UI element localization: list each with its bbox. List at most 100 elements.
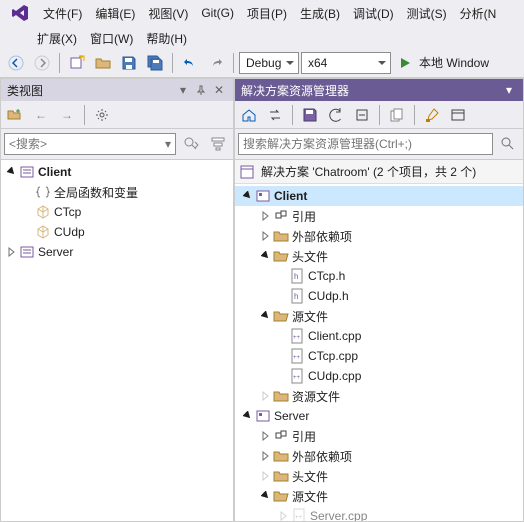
expander-icon[interactable] — [259, 489, 273, 503]
svg-text:++: ++ — [293, 355, 301, 361]
save-button[interactable] — [117, 51, 141, 75]
search-icon[interactable] — [496, 132, 520, 156]
forward-icon[interactable]: → — [55, 103, 79, 127]
refresh-icon[interactable] — [324, 103, 348, 127]
filter-icon[interactable] — [206, 132, 230, 156]
close-icon[interactable]: ✕ — [211, 82, 227, 98]
expander-icon[interactable] — [5, 245, 19, 259]
search-go-icon[interactable] — [179, 132, 203, 156]
new-folder-icon[interactable] — [3, 103, 27, 127]
expander-icon[interactable] — [241, 189, 255, 203]
expander-icon[interactable] — [259, 389, 273, 403]
menu-extensions[interactable]: 扩展(X) — [31, 28, 83, 49]
new-project-button[interactable] — [65, 51, 89, 75]
tree-node-client[interactable]: Client — [1, 162, 233, 182]
undo-button[interactable] — [178, 51, 202, 75]
svg-text:++: ++ — [293, 335, 301, 341]
cpp-file-icon: ++ — [289, 348, 305, 364]
pin-icon[interactable] — [193, 82, 209, 98]
menu-test[interactable]: 测试(S) — [401, 3, 453, 24]
menu-help[interactable]: 帮助(H) — [140, 28, 193, 49]
collapse-all-icon[interactable] — [350, 103, 374, 127]
menu-edit[interactable]: 编辑(E) — [89, 3, 141, 24]
nav-back-button[interactable] — [4, 51, 28, 75]
folder-icon — [273, 228, 289, 244]
menu-debug[interactable]: 调试(D) — [347, 3, 400, 24]
config-value: Debug — [246, 56, 281, 70]
tree-node-sources[interactable]: 源文件 — [235, 306, 523, 326]
save-all-button[interactable] — [143, 51, 167, 75]
tree-node-ctcp[interactable]: CTcp — [1, 202, 233, 222]
expander-icon[interactable] — [259, 429, 273, 443]
menu-analyze[interactable]: 分析(N — [454, 3, 503, 24]
save-icon[interactable] — [298, 103, 322, 127]
platform-combo[interactable]: x64 — [301, 52, 391, 74]
preview-icon[interactable] — [446, 103, 470, 127]
tree-node-external[interactable]: 外部依赖项 — [235, 226, 523, 246]
node-label: 全局函数和变量 — [54, 184, 138, 201]
home-icon[interactable] — [237, 103, 261, 127]
open-button[interactable] — [91, 51, 115, 75]
properties-icon[interactable] — [420, 103, 444, 127]
class-view-search-box[interactable]: ▾ — [4, 133, 176, 155]
chevron-down-icon[interactable]: ▾ — [165, 137, 171, 151]
menu-build[interactable]: 生成(B) — [294, 3, 346, 24]
expander-icon[interactable] — [259, 229, 273, 243]
menu-git[interactable]: Git(G) — [195, 4, 240, 22]
svg-text:h: h — [294, 272, 298, 281]
expander-icon[interactable] — [259, 309, 273, 323]
tree-node-ctcp-h[interactable]: h CTcp.h — [235, 266, 523, 286]
tree-node-client-proj[interactable]: Client — [235, 186, 523, 206]
class-view-tree[interactable]: Client 全局函数和变量 CTcp CUdp Server — [1, 160, 233, 521]
config-combo[interactable]: Debug — [239, 52, 299, 74]
expander-icon[interactable] — [277, 509, 291, 521]
settings-icon[interactable] — [90, 103, 114, 127]
menu-file[interactable]: 文件(F) — [37, 3, 88, 24]
dropdown-icon[interactable]: ▾ — [175, 82, 191, 98]
menu-window[interactable]: 窗口(W) — [84, 28, 139, 49]
solution-search-box[interactable] — [238, 133, 493, 155]
back-icon[interactable]: ← — [29, 103, 53, 127]
tree-node-server[interactable]: Server — [1, 242, 233, 262]
tree-node-ctcp-cpp[interactable]: ++ CTcp.cpp — [235, 346, 523, 366]
class-view-search-input[interactable] — [9, 137, 165, 151]
tree-node-server-proj[interactable]: Server — [235, 406, 523, 426]
solution-tree[interactable]: Client 引用 外部依赖项 头文件 h — [235, 184, 523, 521]
tree-node-resources[interactable]: 资源文件 — [235, 386, 523, 406]
separator — [59, 53, 60, 73]
visual-studio-logo — [10, 3, 30, 23]
run-target-label[interactable]: 本地 Window — [419, 54, 489, 71]
node-label: 源文件 — [292, 488, 328, 505]
expander-icon[interactable] — [259, 469, 273, 483]
class-icon — [35, 224, 51, 240]
dropdown-icon[interactable]: ▾ — [501, 82, 517, 98]
project-icon — [255, 188, 271, 204]
menu-view[interactable]: 视图(V) — [142, 3, 194, 24]
switch-view-icon[interactable] — [263, 103, 287, 127]
tree-node-server-cpp[interactable]: ++ Server.cpp — [235, 506, 523, 521]
tree-node-server-external[interactable]: 外部依赖项 — [235, 446, 523, 466]
tree-node-server-headers[interactable]: 头文件 — [235, 466, 523, 486]
nav-forward-button[interactable] — [30, 51, 54, 75]
tree-node-global[interactable]: 全局函数和变量 — [1, 182, 233, 202]
expander-icon[interactable] — [5, 165, 19, 179]
tree-node-cudp-h[interactable]: h CUdp.h — [235, 286, 523, 306]
redo-button[interactable] — [204, 51, 228, 75]
expander-icon[interactable] — [259, 209, 273, 223]
tree-node-server-refs[interactable]: 引用 — [235, 426, 523, 446]
tree-node-refs[interactable]: 引用 — [235, 206, 523, 226]
solution-search-input[interactable] — [243, 137, 488, 151]
solution-line[interactable]: 解决方案 'Chatroom' (2 个项目，共 2 个) — [235, 160, 523, 184]
tree-node-cudp[interactable]: CUdp — [1, 222, 233, 242]
expander-icon[interactable] — [241, 409, 255, 423]
tree-node-client-cpp[interactable]: ++ Client.cpp — [235, 326, 523, 346]
tree-node-headers[interactable]: 头文件 — [235, 246, 523, 266]
menu-project[interactable]: 项目(P) — [241, 3, 293, 24]
start-debug-button[interactable] — [393, 51, 417, 75]
tree-node-cudp-cpp[interactable]: ++ CUdp.cpp — [235, 366, 523, 386]
expander-icon[interactable] — [259, 249, 273, 263]
tree-node-server-sources[interactable]: 源文件 — [235, 486, 523, 506]
platform-value: x64 — [308, 56, 327, 70]
show-all-files-icon[interactable] — [385, 103, 409, 127]
expander-icon[interactable] — [259, 449, 273, 463]
